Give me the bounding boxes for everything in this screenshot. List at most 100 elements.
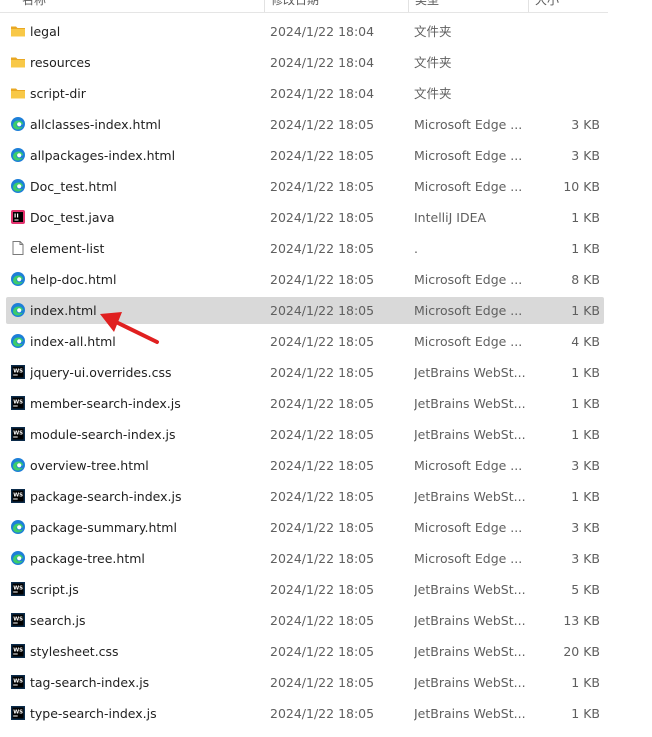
file-type: IntelliJ IDEA	[414, 210, 487, 225]
file-row[interactable]: allclasses-index.html 2024/1/22 18:05 Micr…	[6, 111, 604, 138]
file-size: 10 KB	[563, 179, 600, 194]
folder-icon	[10, 23, 26, 39]
file-type: Microsoft Edge ...	[414, 272, 523, 287]
file-type: JetBrains WebSt...	[414, 706, 526, 721]
svg-text:WS: WS	[13, 679, 23, 685]
file-name: Doc_test.html	[30, 179, 117, 194]
file-type: 文件夹	[414, 24, 452, 39]
file-name: module-search-index.js	[30, 427, 176, 442]
edge-icon	[10, 457, 26, 473]
file-type: Microsoft Edge ...	[414, 303, 523, 318]
file-date: 2024/1/22 18:05	[270, 427, 375, 442]
column-name[interactable]: 名称	[22, 0, 252, 12]
file-size: 3 KB	[571, 117, 600, 132]
svg-text:WS: WS	[13, 617, 23, 623]
file-date: 2024/1/22 18:05	[270, 675, 375, 690]
file-row[interactable]: help-doc.html 2024/1/22 18:05 Microsoft Ed…	[6, 266, 604, 293]
file-date: 2024/1/22 18:05	[270, 644, 375, 659]
column-type[interactable]: 类型	[408, 0, 525, 12]
file-type: JetBrains WebSt...	[414, 582, 526, 597]
file-name: index-all.html	[30, 334, 116, 349]
file-type: Microsoft Edge ...	[414, 179, 523, 194]
file-name: index.html	[30, 303, 97, 318]
file-row[interactable]: WS stylesheet.css 2024/1/22 18:05 JetBrains…	[6, 638, 604, 665]
file-row[interactable]: WS package-search-index.js 2024/1/22 18:05…	[6, 483, 604, 510]
webstorm-icon: WS	[10, 674, 26, 690]
file-date: 2024/1/22 18:05	[270, 520, 375, 535]
file-icon	[10, 240, 26, 256]
file-size: 3 KB	[571, 551, 600, 566]
file-name: allpackages-index.html	[30, 148, 176, 163]
file-name: overview-tree.html	[30, 458, 149, 473]
file-size: 3 KB	[571, 148, 600, 163]
webstorm-icon: WS	[10, 581, 26, 597]
file-row[interactable]: package-summary.html 2024/1/22 18:05 Micro…	[6, 514, 604, 541]
file-size: 8 KB	[571, 272, 600, 287]
file-row[interactable]: index-all.html 2024/1/22 18:05 Microsoft E…	[6, 328, 604, 355]
file-name: script-dir	[30, 86, 86, 101]
file-row[interactable]: resources 2024/1/22 18:04 文件夹	[6, 49, 604, 76]
file-row[interactable]: Doc_test.html 2024/1/22 18:05 Microsoft Ed…	[6, 173, 604, 200]
edge-icon	[10, 333, 26, 349]
file-row[interactable]: overview-tree.html 2024/1/22 18:05 Microso…	[6, 452, 604, 479]
file-type: JetBrains WebSt...	[414, 396, 526, 411]
file-row[interactable]: index.html 2024/1/22 18:05 Microsoft Edge …	[6, 297, 604, 324]
file-row[interactable]: WS member-search-index.js 2024/1/22 18:05 J…	[6, 390, 604, 417]
file-row[interactable]: element-list 2024/1/22 18:05. 1 KB	[6, 235, 604, 262]
file-size	[536, 49, 600, 76]
file-name: tag-search-index.js	[30, 675, 150, 690]
file-type: JetBrains WebSt...	[414, 427, 526, 442]
file-name: Doc_test.java	[30, 210, 115, 225]
svg-text:WS: WS	[13, 710, 23, 716]
file-row[interactable]: Doc_test.java 2024/1/22 18:05 IntelliJ IDE…	[6, 204, 604, 231]
file-row[interactable]: WS search.js 2024/1/22 18:05 JetBrains WebS…	[6, 607, 604, 634]
file-type: Microsoft Edge ...	[414, 520, 523, 535]
file-size	[536, 80, 600, 107]
webstorm-icon: WS	[10, 705, 26, 721]
file-row[interactable]: allpackages-index.html 2024/1/22 18:05 Mic…	[6, 142, 604, 169]
column-header: 名称 修改日期 类型 大小	[0, 0, 608, 13]
column-date[interactable]: 修改日期	[264, 0, 411, 12]
file-date: 2024/1/22 18:05	[270, 334, 375, 349]
file-size: 1 KB	[571, 365, 600, 380]
folder-icon	[10, 85, 26, 101]
column-size[interactable]: 大小	[528, 0, 611, 12]
file-date: 2024/1/22 18:05	[270, 458, 375, 473]
file-name: legal	[30, 24, 61, 39]
file-row[interactable]: WS tag-search-index.js 2024/1/22 18:05 JetB…	[6, 669, 604, 696]
file-date: 2024/1/22 18:05	[270, 272, 375, 287]
file-date: 2024/1/22 18:05	[270, 241, 375, 256]
file-type: JetBrains WebSt...	[414, 675, 526, 690]
file-name: package-tree.html	[30, 551, 145, 566]
webstorm-icon: WS	[10, 364, 26, 380]
file-size: 4 KB	[571, 334, 600, 349]
svg-text:WS: WS	[13, 400, 23, 406]
webstorm-icon: WS	[10, 488, 26, 504]
webstorm-icon: WS	[10, 643, 26, 659]
edge-icon	[10, 271, 26, 287]
file-row[interactable]: package-tree.html 2024/1/22 18:05 Microsof…	[6, 545, 604, 572]
svg-text:WS: WS	[13, 369, 23, 375]
webstorm-icon: WS	[10, 612, 26, 628]
file-row[interactable]: WS script.js 2024/1/22 18:05 JetBrains WebS…	[6, 576, 604, 603]
file-size: 3 KB	[571, 520, 600, 535]
file-name: element-list	[30, 241, 105, 256]
file-name: resources	[30, 55, 91, 70]
file-date: 2024/1/22 18:05	[270, 303, 375, 318]
file-row[interactable]: WS jquery-ui.overrides.css 2024/1/22 18:05…	[6, 359, 604, 386]
file-date: 2024/1/22 18:05	[270, 551, 375, 566]
file-row[interactable]: WS type-search-index.js 2024/1/22 18:05 Jet…	[6, 700, 604, 727]
file-name: package-summary.html	[30, 520, 177, 535]
file-size: 1 KB	[571, 675, 600, 690]
file-size	[536, 18, 600, 45]
file-date: 2024/1/22 18:05	[270, 179, 375, 194]
file-type: Microsoft Edge ...	[414, 334, 523, 349]
file-name: member-search-index.js	[30, 396, 181, 411]
file-row[interactable]: script-dir 2024/1/22 18:04 文件夹	[6, 80, 604, 107]
file-name: type-search-index.js	[30, 706, 157, 721]
file-row[interactable]: WS module-search-index.js 2024/1/22 18:05 J…	[6, 421, 604, 448]
intellij-icon	[10, 209, 26, 225]
file-date: 2024/1/22 18:05	[270, 613, 375, 628]
file-type: .	[414, 241, 418, 256]
file-row[interactable]: legal 2024/1/22 18:04 文件夹	[6, 18, 604, 45]
